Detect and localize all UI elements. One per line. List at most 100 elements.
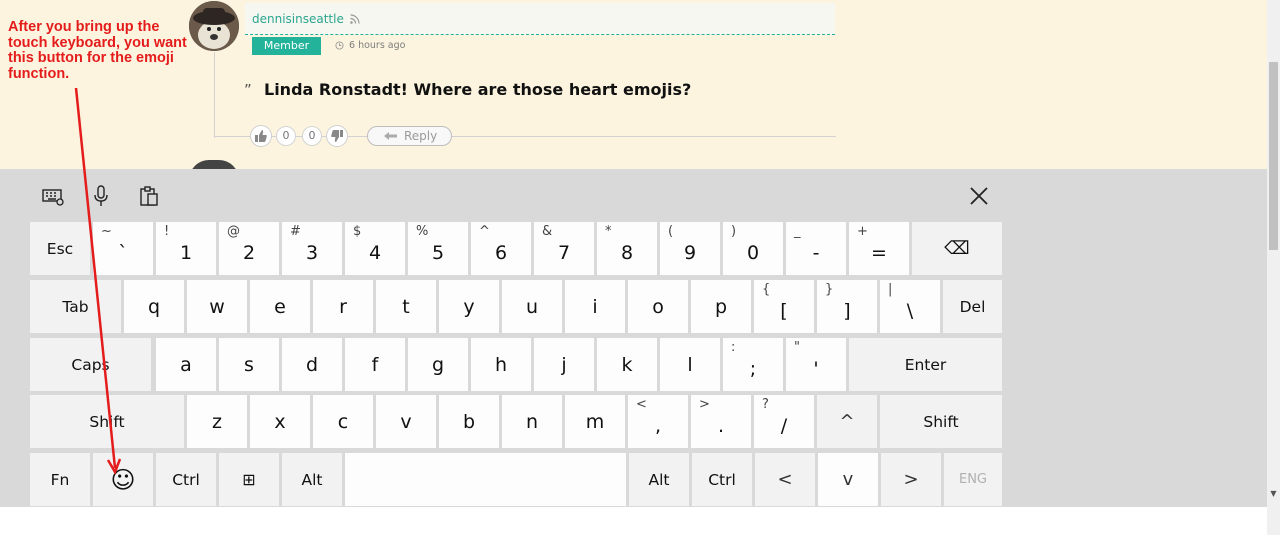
key-0[interactable]: ) 0 — [723, 222, 783, 275]
key-w[interactable]: w — [187, 280, 247, 333]
key-y[interactable]: y — [439, 280, 499, 333]
key-label: / — [780, 414, 788, 437]
key-9[interactable]: (9 — [660, 222, 720, 275]
key-o[interactable]: o — [628, 280, 688, 333]
up-arrow-key[interactable]: ^ — [817, 395, 877, 448]
key-ctrl[interactable]: Ctrl — [692, 453, 752, 506]
close-icon[interactable] — [966, 183, 992, 209]
key-ctrl[interactable]: Ctrl — [156, 453, 216, 506]
key-u[interactable]: u — [502, 280, 562, 333]
key-u93[interactable]: }] — [817, 280, 877, 333]
key-label: r — [339, 295, 347, 318]
shift-character: $ — [353, 224, 362, 239]
key-l[interactable]: l — [660, 338, 720, 391]
key-del[interactable]: Del — [943, 280, 1002, 333]
key-label: x — [274, 410, 286, 433]
reply-label[interactable]: Reply — [404, 129, 437, 143]
key-4[interactable]: $4 — [345, 222, 405, 275]
key-2[interactable]: @2 — [219, 222, 279, 275]
key-a[interactable]: a — [156, 338, 216, 391]
key-label: b — [462, 410, 476, 433]
keyboard-settings-icon[interactable] — [41, 184, 65, 208]
key-alt[interactable]: Alt — [629, 453, 689, 506]
key-n[interactable]: n — [502, 395, 562, 448]
key-tab[interactable]: Tab — [30, 280, 121, 333]
key-d[interactable]: d — [282, 338, 342, 391]
windows-key[interactable]: ⊞ — [219, 453, 279, 506]
key-f[interactable]: f — [345, 338, 405, 391]
key-h[interactable]: h — [471, 338, 531, 391]
key-caps[interactable]: Caps — [30, 338, 151, 391]
shift-character: : — [731, 340, 736, 355]
key-u44[interactable]: <, — [628, 395, 688, 448]
upvote-button[interactable] — [250, 125, 272, 147]
key-7[interactable]: & 7 — [534, 222, 594, 275]
microphone-icon[interactable] — [89, 184, 113, 208]
key-r[interactable]: r — [313, 280, 373, 333]
key-shift[interactable]: Shift — [880, 395, 1002, 448]
key-v[interactable]: v — [376, 395, 436, 448]
key-esc[interactable]: Esc — [30, 222, 90, 275]
key-i[interactable]: i — [565, 280, 625, 333]
key-u46[interactable]: >. — [691, 395, 751, 448]
key-label: l — [687, 353, 693, 376]
key-1[interactable]: ! 1 — [156, 222, 216, 275]
key-alt[interactable]: Alt — [282, 453, 342, 506]
key-z[interactable]: z — [187, 395, 247, 448]
key-3[interactable]: #3 — [282, 222, 342, 275]
left-arrow-key[interactable]: < — [755, 453, 815, 506]
key-b[interactable]: b — [439, 395, 499, 448]
key-q[interactable]: q — [124, 280, 184, 333]
down-arrow-key[interactable]: v — [818, 453, 878, 506]
up-arrow-icon: ^ — [839, 410, 855, 432]
key-p[interactable]: p — [691, 280, 751, 333]
right-arrow-key[interactable]: > — [881, 453, 941, 506]
key-u45[interactable]: _ - — [786, 222, 846, 275]
key-label: Fn — [50, 470, 70, 489]
key-6[interactable]: ^ 6 — [471, 222, 531, 275]
key-j[interactable]: j — [534, 338, 594, 391]
key-label: o — [652, 295, 664, 318]
scroll-down-icon[interactable]: ▼ — [1268, 488, 1279, 499]
key-u47[interactable]: ? / — [754, 395, 814, 448]
key-c[interactable]: c — [313, 395, 373, 448]
shift-character: & — [542, 224, 553, 239]
key-label: 3 — [305, 241, 319, 264]
key-m[interactable]: m — [565, 395, 625, 448]
key-t[interactable]: t — [376, 280, 436, 333]
key-u96[interactable]: ~ ` — [93, 222, 153, 275]
clock-icon — [335, 41, 344, 50]
key-u59[interactable]: :; — [723, 338, 783, 391]
username-link[interactable]: dennisinseattle — [252, 12, 344, 26]
key-g[interactable]: g — [408, 338, 468, 391]
rss-icon[interactable] — [350, 14, 360, 24]
key-5[interactable]: % 5 — [408, 222, 468, 275]
scrollbar-thumb[interactable] — [1269, 62, 1278, 250]
left-arrow-icon: < — [777, 468, 793, 490]
emoji-icon: ☺ — [110, 465, 136, 494]
key-e[interactable]: e — [250, 280, 310, 333]
upvote-count: 0 — [276, 126, 296, 146]
key-label: p — [714, 295, 728, 318]
key-u91[interactable]: {[ — [754, 280, 814, 333]
key-s[interactable]: s — [219, 338, 279, 391]
key-x[interactable]: x — [250, 395, 310, 448]
key-8[interactable]: * 8 — [597, 222, 657, 275]
backspace-key[interactable]: ⌫ — [912, 222, 1002, 275]
key-eng[interactable]: ENG — [944, 453, 1002, 506]
space-bar-key[interactable] — [345, 453, 626, 506]
clipboard-icon[interactable] — [137, 184, 161, 208]
key-u92[interactable]: | \ — [880, 280, 940, 333]
downvote-button[interactable] — [326, 125, 348, 147]
emoji-key[interactable]: ☺ — [93, 453, 153, 506]
shift-character: " — [794, 340, 800, 355]
key-k[interactable]: k — [597, 338, 657, 391]
key-u39[interactable]: " ' — [786, 338, 846, 391]
key-enter[interactable]: Enter — [849, 338, 1002, 391]
key-fn[interactable]: Fn — [30, 453, 90, 506]
key-u61[interactable]: + = — [849, 222, 909, 275]
avatar[interactable] — [189, 1, 239, 51]
key-label: ' — [813, 357, 819, 380]
key-label: e — [274, 295, 286, 318]
key-shift[interactable]: Shift — [30, 395, 184, 448]
